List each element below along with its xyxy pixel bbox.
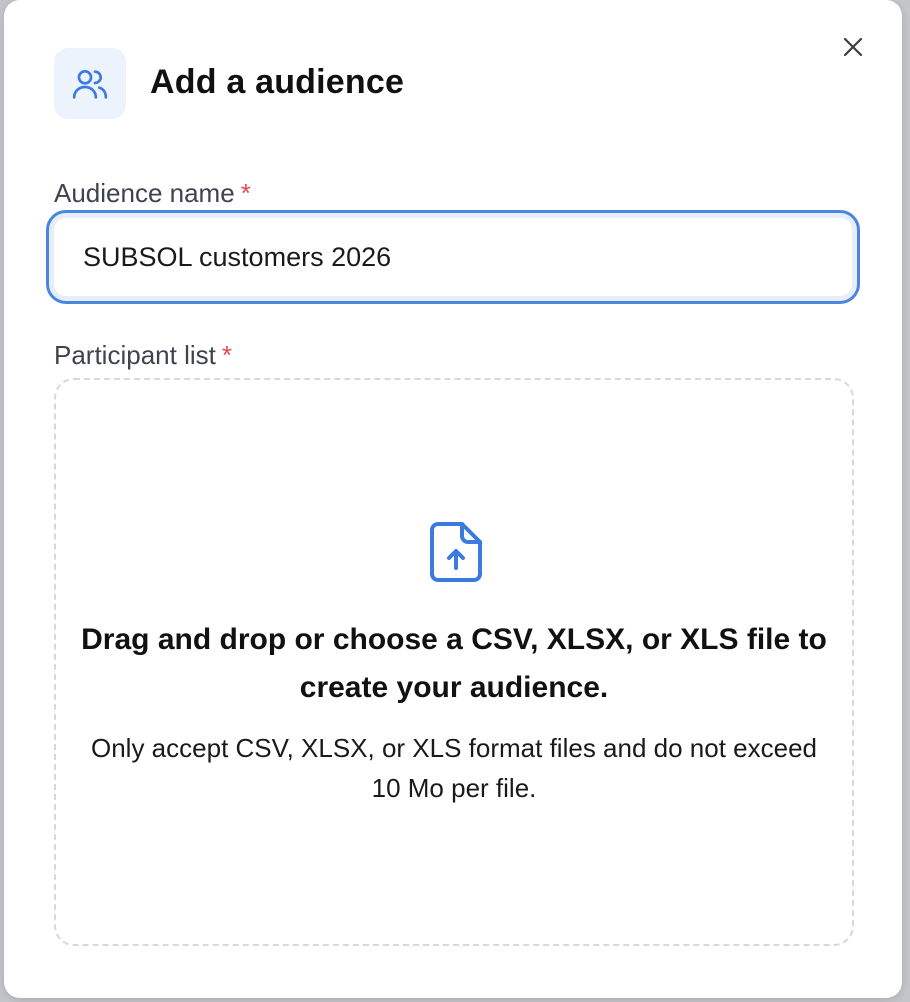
users-icon	[72, 69, 108, 99]
required-asterisk: *	[221, 340, 232, 370]
required-asterisk: *	[240, 178, 251, 208]
audience-name-label: Audience name *	[54, 176, 251, 210]
audience-name-field[interactable]	[46, 210, 860, 304]
header-icon-container	[54, 48, 126, 119]
audience-name-input[interactable]	[83, 237, 803, 277]
close-button[interactable]	[836, 30, 870, 64]
dropzone-title: Drag and drop or choose a CSV, XLSX, or …	[81, 623, 827, 704]
participant-list-dropzone[interactable]: Drag and drop or choose a CSV, XLSX, or …	[54, 378, 854, 946]
dropzone-subtitle: Only accept CSV, XLSX, or XLS format fil…	[91, 733, 817, 803]
participant-list-label-text: Participant list	[54, 340, 216, 370]
file-upload-icon	[430, 522, 482, 582]
modal-title: Add a audience	[150, 63, 405, 101]
participant-list-label: Participant list *	[54, 338, 232, 372]
audience-name-label-text: Audience name	[54, 178, 235, 208]
add-audience-modal: Add a audience Audience name* Participan…	[4, 0, 902, 998]
close-icon	[843, 37, 863, 57]
